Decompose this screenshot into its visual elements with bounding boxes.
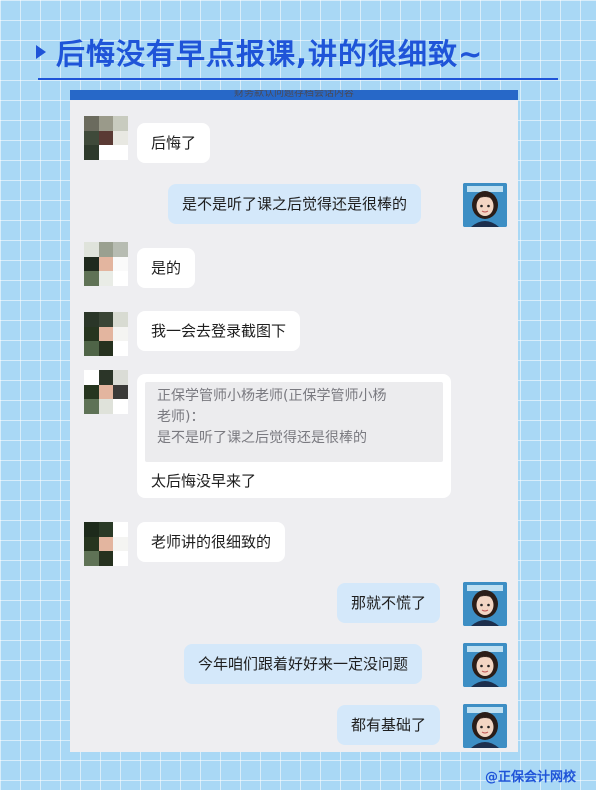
headline: 后悔没有早点报课,讲的很细致~ <box>36 32 483 72</box>
message-bubble-self[interactable]: 都有基础了 <box>337 705 441 745</box>
triangle-bullet-icon <box>36 45 46 59</box>
quote-line: 正保学管师小杨老师(正保学管师小杨 <box>157 388 387 404</box>
student-avatar[interactable] <box>84 242 128 286</box>
message-bubble[interactable]: 老师讲的很细致的 <box>137 522 286 562</box>
message-bubble[interactable]: 是的 <box>137 248 196 288</box>
reply-text: 太后悔没早来了 <box>151 472 257 490</box>
message-bubble-self[interactable]: 是不是听了课之后觉得还是很棒的 <box>168 184 422 224</box>
message-bubble[interactable]: 我一会去登录截图下 <box>137 311 301 351</box>
teacher-avatar[interactable] <box>463 643 507 687</box>
quote-line: 老师)： <box>157 409 205 425</box>
quoted-reply-bubble[interactable]: 正保学管师小杨老师(正保学管师小杨 老师)： 是不是听了课之后觉得还是很棒的 太… <box>137 374 451 498</box>
quoted-message: 正保学管师小杨老师(正保学管师小杨 老师)： 是不是听了课之后觉得还是很棒的 <box>145 382 443 462</box>
teacher-avatar-icon <box>463 183 507 227</box>
message-bubble-self[interactable]: 今年咱们跟着好好来一定没问题 <box>184 644 423 684</box>
teacher-avatar-icon <box>463 643 507 687</box>
teacher-avatar[interactable] <box>463 582 507 626</box>
student-avatar[interactable] <box>84 312 128 356</box>
brand-watermark: @正保会计网校 <box>484 770 576 785</box>
teacher-avatar-icon <box>463 704 507 748</box>
teacher-avatar[interactable] <box>463 704 507 748</box>
quote-line: 是不是听了课之后觉得还是很棒的 <box>157 430 367 446</box>
page-title: 后悔没有早点报课,讲的很细致~ <box>56 37 484 71</box>
title-underline <box>38 78 558 80</box>
message-bubble[interactable]: 后悔了 <box>137 123 211 163</box>
teacher-avatar[interactable] <box>463 183 507 227</box>
chat-top-banner: 财务默认问题存档会话内容 <box>234 90 354 98</box>
student-avatar[interactable] <box>84 116 128 160</box>
student-avatar[interactable] <box>84 370 128 414</box>
student-avatar[interactable] <box>84 522 128 566</box>
message-bubble-self[interactable]: 那就不慌了 <box>337 583 441 623</box>
teacher-avatar-icon <box>463 582 507 626</box>
